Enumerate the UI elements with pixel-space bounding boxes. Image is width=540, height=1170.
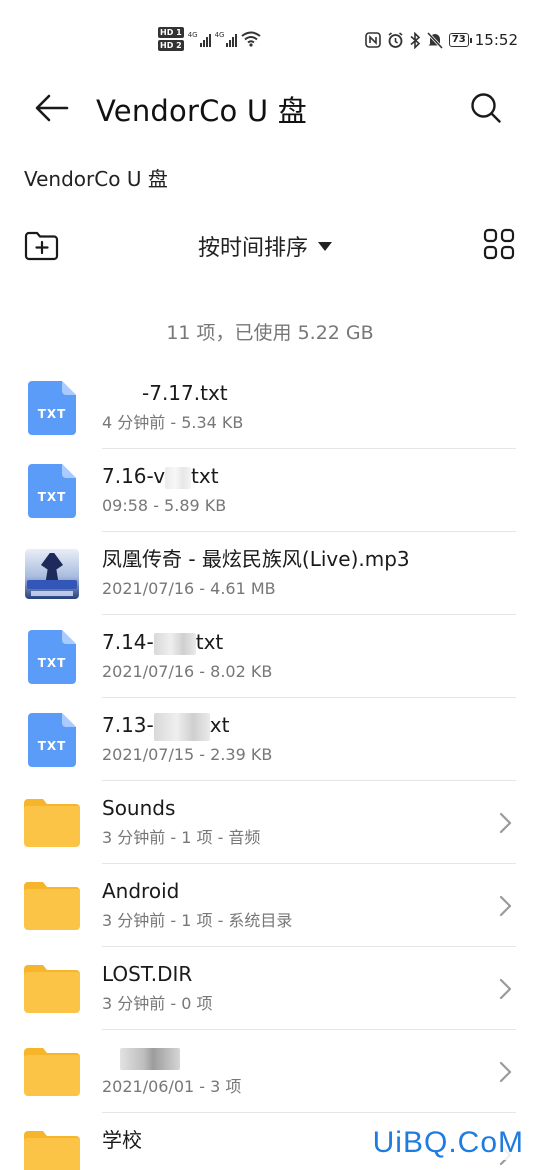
file-meta: 2021/07/16 - 8.02 KB bbox=[102, 662, 273, 681]
toolbar: 按时间排序 bbox=[0, 222, 540, 270]
redacted-text bbox=[102, 384, 142, 406]
system-indicators: 73 15:52 bbox=[365, 28, 518, 52]
grid-view-button[interactable] bbox=[482, 226, 516, 262]
alarm-icon bbox=[388, 31, 403, 48]
redacted-text bbox=[153, 632, 196, 655]
hd-voice-indicators: HD 1 HD 2 bbox=[158, 27, 184, 51]
chevron-right-icon bbox=[499, 895, 512, 917]
file-row[interactable]: TXT 7.13- xt 2021/07/15 - 2.39 KB bbox=[0, 698, 540, 781]
file-meta: 2021/07/15 - 2.39 KB bbox=[102, 745, 273, 764]
file-meta: 4 分钟前 - 5.34 KB bbox=[102, 413, 244, 432]
signal-1-icon: 4G bbox=[188, 31, 211, 47]
folder-row[interactable]: Sounds 3 分钟前 - 1 项 - 音频 bbox=[0, 781, 540, 864]
folder-name: Android bbox=[102, 879, 180, 903]
file-meta: 09:58 - 5.89 KB bbox=[102, 496, 227, 515]
caret-down-icon bbox=[318, 241, 333, 251]
folder-meta: 3 分钟前 - 1 项 - 系统目录 bbox=[102, 911, 293, 930]
folder-name: Sounds bbox=[102, 796, 176, 820]
txt-file-thumb: TXT bbox=[24, 380, 80, 436]
txt-file-icon: TXT bbox=[28, 381, 76, 435]
folder-row[interactable]: Android 3 分钟前 - 1 项 - 系统目录 bbox=[0, 864, 540, 947]
txt-file-icon: TXT bbox=[28, 630, 76, 684]
sort-dropdown[interactable]: 按时间排序 bbox=[198, 228, 333, 264]
grid-view-icon bbox=[483, 228, 515, 260]
txt-file-thumb: TXT bbox=[24, 712, 80, 768]
txt-file-thumb: TXT bbox=[24, 629, 80, 685]
hd-1-badge: HD 1 bbox=[158, 27, 184, 38]
file-list: TXT -7.17.txt 4 分钟前 - 5.34 KB TXT 7.16-v… bbox=[0, 366, 540, 1170]
folder-thumb bbox=[24, 878, 80, 934]
file-row[interactable]: TXT 7.16-v txt 09:58 - 5.89 KB bbox=[0, 449, 540, 532]
file-name: 凤凰传奇 - 最炫民族风(Live).mp3 bbox=[102, 547, 410, 571]
nfc-icon bbox=[365, 32, 381, 48]
redacted-text bbox=[153, 712, 210, 741]
network-type-1: 4G bbox=[187, 31, 198, 39]
search-icon bbox=[471, 93, 501, 123]
file-name: 7.16-v txt bbox=[102, 464, 219, 489]
folder-name bbox=[102, 1042, 500, 1072]
txt-file-icon: TXT bbox=[28, 713, 76, 767]
network-indicators: HD 1 HD 2 4G 4G bbox=[158, 24, 262, 54]
battery-indicator: 73 bbox=[448, 33, 472, 47]
txt-icon-label: TXT bbox=[37, 656, 67, 670]
clock: 15:52 bbox=[474, 31, 518, 49]
file-row[interactable]: 凤凰传奇 - 最炫民族风(Live).mp3 2021/07/16 - 4.61… bbox=[0, 532, 540, 615]
hd-2-badge: HD 2 bbox=[158, 40, 184, 51]
page-title: VendorCo U 盘 bbox=[96, 94, 307, 128]
folder-meta: 2021/06/01 - 3 项 bbox=[102, 1077, 242, 1096]
chevron-right-icon bbox=[499, 978, 512, 1000]
txt-icon-label: TXT bbox=[37, 490, 67, 504]
back-button[interactable] bbox=[32, 90, 72, 126]
back-arrow-icon bbox=[35, 94, 69, 122]
folder-row[interactable]: LOST.DIR 3 分钟前 - 0 项 bbox=[0, 947, 540, 1030]
folder-meta: 3 分钟前 - 0 项 bbox=[102, 994, 213, 1013]
chevron-right-icon bbox=[499, 812, 512, 834]
new-folder-icon bbox=[24, 231, 59, 261]
txt-icon-label: TXT bbox=[37, 739, 67, 753]
folder-row[interactable]: 2021/06/01 - 3 项 bbox=[0, 1030, 540, 1113]
mute-bell-icon bbox=[426, 31, 443, 49]
file-name: -7.17.txt bbox=[102, 378, 500, 408]
status-bar: HD 1 HD 2 4G 4G 73 15:52 bbox=[0, 0, 540, 80]
txt-file-icon: TXT bbox=[28, 464, 76, 518]
folder-thumb bbox=[24, 961, 80, 1017]
folder-icon bbox=[24, 1131, 80, 1170]
folder-meta: 3 分钟前 - 1 项 - 音频 bbox=[102, 828, 261, 847]
file-name: 7.14- txt bbox=[102, 630, 224, 655]
txt-icon-label: TXT bbox=[37, 407, 67, 421]
file-meta: 2021/07/16 - 4.61 MB bbox=[102, 579, 276, 598]
folder-icon bbox=[24, 882, 80, 930]
breadcrumb[interactable]: VendorCo U 盘 bbox=[24, 163, 168, 192]
file-row[interactable]: TXT 7.14- txt 2021/07/16 - 8.02 KB bbox=[0, 615, 540, 698]
audio-file-thumb bbox=[24, 546, 80, 602]
txt-file-thumb: TXT bbox=[24, 463, 80, 519]
app-bar: VendorCo U 盘 bbox=[0, 80, 540, 136]
folder-thumb bbox=[24, 1127, 80, 1170]
folder-icon bbox=[24, 965, 80, 1013]
wifi-icon bbox=[241, 31, 262, 47]
new-folder-button[interactable] bbox=[22, 228, 62, 264]
signal-2-icon: 4G bbox=[215, 31, 238, 47]
album-art-image bbox=[25, 549, 79, 599]
file-name: 7.13- xt bbox=[102, 710, 500, 741]
watermark: UiBQ.CoM bbox=[368, 1126, 528, 1160]
folder-icon bbox=[24, 799, 80, 847]
bluetooth-icon bbox=[410, 31, 421, 49]
chevron-right-icon bbox=[499, 1061, 512, 1083]
folder-name: LOST.DIR bbox=[102, 962, 193, 986]
file-row[interactable]: TXT -7.17.txt 4 分钟前 - 5.34 KB bbox=[0, 366, 540, 449]
redacted-text bbox=[165, 466, 192, 489]
storage-summary: 11 项，已使用 5.22 GB bbox=[166, 322, 374, 344]
sort-label: 按时间排序 bbox=[198, 236, 309, 261]
network-type-2: 4G bbox=[214, 31, 225, 39]
folder-icon bbox=[24, 1048, 80, 1096]
search-button[interactable] bbox=[466, 88, 506, 128]
redacted-text bbox=[120, 1047, 180, 1070]
folder-thumb bbox=[24, 1044, 80, 1100]
folder-thumb bbox=[24, 795, 80, 851]
